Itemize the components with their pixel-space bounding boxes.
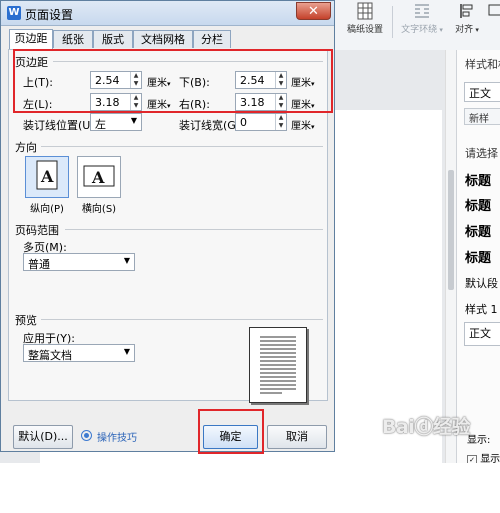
section-divider — [41, 319, 323, 320]
svg-text:A: A — [40, 167, 54, 186]
checkbox-icon: ✓ — [467, 455, 477, 463]
gutter-width-unit[interactable]: 厘米▾ — [291, 117, 315, 132]
portrait-label: 纵向(P) — [30, 204, 64, 215]
ok-highlight-box — [198, 409, 264, 454]
gutter-width-input[interactable]: 0 ▲ ▼ — [235, 113, 287, 131]
watermark-logo: Baiⓓ经验 — [382, 416, 470, 438]
tips-link[interactable]: 操作技巧 — [97, 429, 137, 444]
tab-doc-grid[interactable]: 文档网格 — [133, 30, 193, 48]
chevron-down-icon: ▼ — [123, 347, 130, 356]
svg-text:A: A — [91, 168, 105, 187]
dialog-titlebar[interactable]: W 页面设置 ✕ — [1, 1, 334, 26]
paper-setting-button[interactable]: 稿纸设置 — [340, 2, 390, 35]
tab-margins[interactable]: 页边距 — [9, 29, 53, 50]
show-label: 显示: — [467, 435, 491, 446]
apply-to-value: 整篇文档 — [28, 349, 72, 362]
landscape-button[interactable]: A — [77, 156, 121, 198]
cancel-button[interactable]: 取消 — [267, 425, 327, 449]
scrollbar-thumb[interactable] — [448, 170, 454, 290]
wps-logo-icon: W — [7, 6, 21, 20]
layer-icon — [488, 4, 500, 16]
page-range-section-label: 页码范围 — [15, 224, 59, 237]
select-style-hint: 请选择 — [465, 147, 498, 160]
page-preview — [249, 327, 307, 403]
section-divider — [41, 146, 323, 147]
default-button[interactable]: 默认(D)... — [13, 425, 73, 449]
landscape-page-icon: A — [83, 165, 115, 187]
new-style-button[interactable]: 新样 — [464, 108, 500, 125]
align-button[interactable]: 对齐 ▾ — [450, 2, 484, 35]
text-wrap-icon — [415, 4, 429, 18]
style-heading-3[interactable]: 标题 — [465, 221, 491, 240]
text-wrap-label: 文字环绕 — [401, 25, 438, 35]
more-icon[interactable] — [486, 2, 500, 22]
style-heading-4[interactable]: 标题 — [465, 247, 491, 266]
styles-panel: 样式和格 正文 新样 请选择 标题 标题 标题 标题 默认段 样式 1 正文 显… — [456, 50, 500, 463]
gutter-position-label: 装订线位置(U): — [23, 119, 99, 132]
spin-arrows[interactable]: ▲ ▼ — [275, 114, 286, 130]
chevron-down-icon: ▼ — [123, 256, 130, 265]
portrait-button[interactable]: A — [25, 156, 69, 198]
styles-panel-title: 样式和格 — [465, 58, 500, 71]
gutter-position-value: 左 — [95, 118, 106, 131]
align-label: 对齐 — [455, 25, 474, 35]
show-check-label: 显示 — [480, 454, 500, 463]
style-default-paragraph[interactable]: 默认段 — [465, 275, 498, 291]
style-1[interactable]: 样式 1 — [465, 301, 498, 317]
landscape-label: 横向(S) — [81, 204, 117, 215]
section-divider — [65, 229, 323, 230]
margins-highlight-box — [13, 49, 333, 113]
grid-paper-icon — [357, 2, 373, 20]
tab-columns[interactable]: 分栏 — [193, 30, 231, 48]
dialog-title: 页面设置 — [25, 8, 74, 22]
close-button[interactable]: ✕ — [296, 2, 331, 20]
preview-section-label: 预览 — [15, 314, 37, 327]
style-heading-1[interactable]: 标题 — [465, 170, 491, 189]
chevron-down-icon: ▼ — [130, 116, 137, 125]
tab-paper[interactable]: 纸张 — [53, 30, 93, 48]
tips-icon — [81, 430, 92, 441]
document-scrollbar[interactable] — [445, 50, 456, 463]
preview-text-lines — [260, 336, 296, 394]
orientation-section-label: 方向 — [15, 141, 37, 154]
align-icon — [460, 4, 473, 18]
ribbon-divider — [392, 6, 393, 38]
text-wrap-button[interactable]: 文字环绕 ▾ — [396, 2, 448, 35]
gutter-position-select[interactable]: 左 ▼ — [90, 113, 142, 131]
show-checkbox[interactable]: ✓ 显示 — [467, 450, 500, 463]
portrait-page-icon: A — [36, 160, 58, 190]
tab-layout[interactable]: 版式 — [93, 30, 133, 48]
apply-to-select[interactable]: 整篇文档 ▼ — [23, 344, 135, 362]
gutter-width-value: 0 — [240, 116, 247, 129]
style-heading-2[interactable]: 标题 — [465, 195, 491, 214]
multi-page-value: 普通 — [28, 258, 50, 271]
body-style-box[interactable]: 正文 — [464, 322, 500, 346]
paper-setting-label: 稿纸设置 — [346, 25, 383, 35]
current-style-box[interactable]: 正文 — [464, 82, 500, 102]
page-setup-dialog: W 页面设置 ✕ 页边距 纸张 版式 文档网格 分栏 页边距 上(T): 2.5… — [0, 0, 335, 454]
multi-page-select[interactable]: 普通 ▼ — [23, 253, 135, 271]
